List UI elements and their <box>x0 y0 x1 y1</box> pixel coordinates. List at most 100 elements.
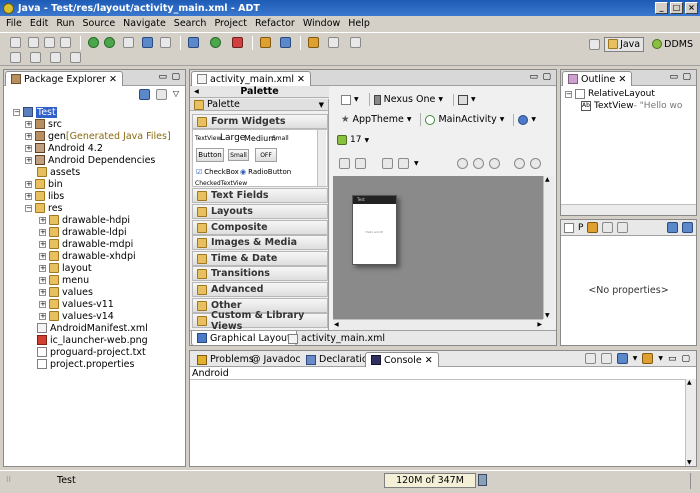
back-icon[interactable] <box>50 52 61 63</box>
categories-icon[interactable] <box>587 222 599 233</box>
maximize-button[interactable]: □ <box>670 2 683 14</box>
expand-toggle-icon[interactable]: + <box>39 288 46 296</box>
expand-toggle-icon[interactable]: + <box>39 228 46 236</box>
close-icon[interactable]: ✕ <box>425 355 433 366</box>
minimize-view-icon[interactable]: ▭ <box>529 72 538 82</box>
debug-icon[interactable] <box>188 37 199 48</box>
palette-scrollbar[interactable] <box>317 130 326 186</box>
expand-toggle-icon[interactable]: + <box>25 156 32 164</box>
tab-outline[interactable]: Outline ✕ <box>562 71 633 86</box>
console-vertical-scrollbar[interactable]: ▲ ▼ <box>685 379 696 466</box>
widget-radiobutton[interactable]: ◉ RadioButton <box>240 168 291 176</box>
external-tools-icon[interactable] <box>232 37 243 48</box>
minimize-view-icon[interactable]: ▭ <box>669 72 678 82</box>
tree-item-drawable-mdpi[interactable]: + drawable-mdpi <box>39 238 133 250</box>
collapse-all-icon[interactable] <box>682 222 693 233</box>
outline-horizontal-scrollbar[interactable] <box>561 204 696 215</box>
preview-textview[interactable]: Hello world! <box>353 230 396 234</box>
tree-item-test[interactable]: − Test <box>13 106 57 118</box>
expand-toggle-icon[interactable]: + <box>39 276 46 284</box>
tab-properties-label[interactable]: P <box>578 223 583 233</box>
menu-run[interactable]: Run <box>52 18 78 29</box>
tree-item-drawable-ldpi[interactable]: + drawable-ldpi <box>39 226 127 238</box>
perspective-java[interactable]: Java <box>604 36 645 52</box>
expand-toggle-icon[interactable]: + <box>39 264 46 272</box>
tree-item-menu[interactable]: + menu <box>39 274 89 286</box>
palette-category-layouts[interactable]: Layouts <box>192 204 328 219</box>
fill-width-icon[interactable] <box>339 158 350 169</box>
minimize-view-icon[interactable]: ▭ <box>158 72 167 82</box>
menu-window[interactable]: Window <box>299 18 344 29</box>
scroll-right-icon[interactable]: ▶ <box>537 321 542 328</box>
tree-item-ic-launcher[interactable]: ic_launcher-web.png <box>37 334 148 346</box>
expand-toggle-icon[interactable]: + <box>39 216 46 224</box>
minimize-view-icon[interactable]: ▭ <box>668 354 677 364</box>
scroll-up-icon[interactable]: ▲ <box>545 176 550 183</box>
expand-toggle-icon[interactable]: + <box>25 192 32 200</box>
expand-toggle-icon[interactable]: + <box>25 180 32 188</box>
menu-file[interactable]: File <box>2 18 26 29</box>
zoom-to-fit-icon[interactable] <box>457 158 468 169</box>
collapse-toggle-icon[interactable]: − <box>25 204 32 212</box>
expand-all-icon[interactable] <box>667 222 678 233</box>
print-icon[interactable] <box>60 37 71 48</box>
open-type-icon[interactable] <box>308 37 319 48</box>
new-android-project-icon[interactable] <box>142 37 153 48</box>
theme-selector[interactable]: ★ AppTheme ▼ <box>337 113 415 126</box>
menu-source[interactable]: Source <box>79 18 120 29</box>
android-sdk-manager-icon[interactable] <box>88 37 99 48</box>
widget-toggle-button[interactable]: OFF <box>255 148 277 162</box>
locale-selector[interactable]: ▼ <box>513 113 540 126</box>
expand-toggle-icon[interactable]: + <box>25 132 32 140</box>
palette-category-advanced[interactable]: Advanced <box>192 282 328 297</box>
perspective-ddms[interactable]: DDMS <box>648 37 697 52</box>
tree-item-android-42[interactable]: + Android 4.2 <box>25 142 103 154</box>
expand-toggle-icon[interactable]: + <box>25 144 32 152</box>
display-selected-console-icon[interactable] <box>616 353 628 364</box>
advanced-properties-icon[interactable] <box>602 222 614 233</box>
menu-help[interactable]: Help <box>344 18 374 29</box>
avd-manager-icon[interactable] <box>104 37 115 48</box>
pin-console-icon[interactable] <box>584 353 596 364</box>
menu-edit[interactable]: Edit <box>26 18 52 29</box>
palette-collapse-icon[interactable]: ◂ <box>194 86 199 97</box>
garbage-collect-icon[interactable] <box>478 474 487 486</box>
collapse-toggle-icon[interactable]: − <box>565 90 572 98</box>
menu-navigate[interactable]: Navigate <box>119 18 170 29</box>
search-icon[interactable] <box>328 37 339 48</box>
palette-category-transitions[interactable]: Transitions <box>192 266 328 281</box>
orientation-selector[interactable]: ▼ <box>453 93 480 106</box>
fill-height-icon[interactable] <box>355 158 366 169</box>
menu-project[interactable]: Project <box>210 18 251 29</box>
activity-selector[interactable]: MainActivity ▼ <box>420 113 508 126</box>
minimize-button[interactable]: _ <box>655 2 668 14</box>
tab-activity-main[interactable]: activity_main.xml ✕ <box>191 71 312 86</box>
lint-check-icon[interactable] <box>123 37 134 48</box>
tab-graphical-layout[interactable]: Graphical Layout <box>191 331 297 346</box>
tree-item-res[interactable]: − res <box>25 202 63 214</box>
filter-icon[interactable] <box>617 222 629 233</box>
palette-category-images-media[interactable]: Images & Media <box>192 235 328 250</box>
expand-toggle-icon[interactable]: + <box>39 312 46 320</box>
scroll-down-icon[interactable]: ▼ <box>687 459 692 466</box>
open-perspective-icon[interactable] <box>589 38 601 50</box>
zoom-in-icon[interactable] <box>530 158 541 169</box>
palette-bar[interactable]: Palette ◂ <box>190 86 329 98</box>
run-icon[interactable] <box>210 37 221 48</box>
tree-item-layout[interactable]: + layout <box>39 262 92 274</box>
maximize-view-icon[interactable]: ▢ <box>682 72 691 82</box>
tree-item-values[interactable]: + values <box>39 286 93 298</box>
palette-menu-icon[interactable]: ▼ <box>319 101 324 109</box>
canvas-horizontal-scrollbar[interactable]: ◀ ▶ <box>333 319 543 330</box>
widget-textview[interactable]: TextView <box>195 135 221 142</box>
menu-refactor[interactable]: Refactor <box>251 18 299 29</box>
open-console-icon[interactable] <box>642 353 654 364</box>
tree-item-drawable-hdpi[interactable]: + drawable-hdpi <box>39 214 130 226</box>
expand-toggle-icon[interactable]: + <box>39 240 46 248</box>
new-java-package-icon[interactable] <box>260 37 271 48</box>
console-output[interactable] <box>190 379 696 380</box>
new-xml-file-icon[interactable] <box>160 37 171 48</box>
tab-xml-source[interactable]: activity_main.xml <box>283 331 390 346</box>
save-icon[interactable] <box>28 37 39 48</box>
widget-large-text[interactable]: Large <box>220 133 245 143</box>
